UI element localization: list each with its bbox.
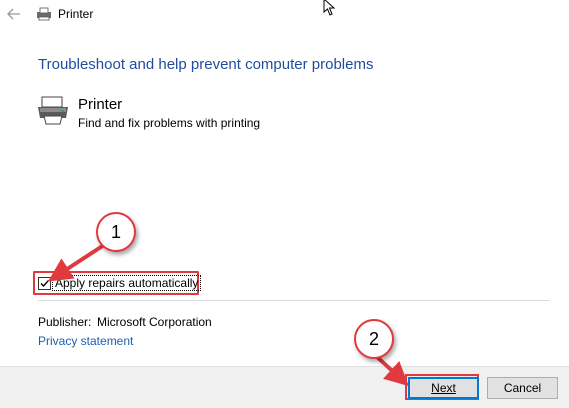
page-heading: Troubleshoot and help prevent computer p…	[38, 56, 374, 73]
printer-icon	[36, 6, 52, 22]
troubleshooter-description: Find and fix problems with printing	[78, 116, 261, 130]
callout-2: 2	[354, 319, 394, 359]
back-arrow-icon[interactable]	[6, 6, 22, 22]
mouse-cursor-icon	[323, 0, 337, 16]
footer-bar	[0, 366, 569, 408]
next-button[interactable]: Next	[408, 377, 479, 399]
checkmark-icon	[40, 280, 50, 288]
divider	[38, 300, 550, 301]
privacy-statement-link[interactable]: Privacy statement	[38, 334, 133, 348]
publisher-value: Microsoft Corporation	[97, 315, 212, 329]
callout-1: 1	[96, 212, 136, 252]
printer-icon	[36, 96, 70, 126]
next-button-label: Next	[431, 381, 456, 395]
cancel-button[interactable]: Cancel	[487, 377, 558, 399]
troubleshooter-title: Printer	[78, 96, 123, 113]
publisher-label: Publisher:	[38, 315, 92, 329]
window-title: Printer	[58, 7, 94, 21]
title-bar: Printer	[0, 0, 569, 30]
apply-repairs-label[interactable]: Apply repairs automatically	[51, 275, 202, 291]
apply-repairs-checkbox[interactable]	[38, 277, 51, 290]
